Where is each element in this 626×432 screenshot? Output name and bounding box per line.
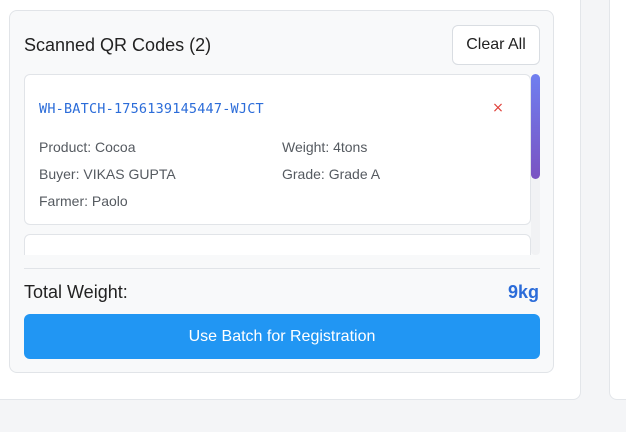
qr-item: WH-BATCH-1756139145447-WJCT × Product: C… <box>24 74 531 225</box>
adjacent-panel <box>609 0 626 400</box>
use-batch-button[interactable]: Use Batch for Registration <box>24 314 540 359</box>
panel-title: Scanned QR Codes (2) <box>24 35 212 55</box>
qr-list: WH-BATCH-1756139145447-WJCT × Product: C… <box>24 74 540 255</box>
remove-icon[interactable]: × <box>489 99 507 117</box>
farmer-field: Farmer: Paolo <box>39 193 128 209</box>
buyer-field: Buyer: VIKAS GUPTA <box>39 166 176 182</box>
list-scrollbar[interactable] <box>531 74 540 255</box>
total-weight-label: Total Weight: <box>24 282 128 302</box>
clear-all-button[interactable]: Clear All <box>452 25 540 65</box>
batch-id: WH-BATCH-1756139145447-WJCT <box>39 101 264 117</box>
scanned-qr-panel: Scanned QR Codes (2) Clear All WH-BATCH-… <box>9 10 554 373</box>
grade-field: Grade: Grade A <box>282 166 381 182</box>
qr-item <box>24 234 531 255</box>
weight-field: Weight: 4tons <box>282 139 368 155</box>
product-field: Product: Cocoa <box>39 139 136 155</box>
total-weight-value: 9kg <box>507 282 539 302</box>
divider <box>24 268 540 269</box>
scrollbar-thumb[interactable] <box>531 74 540 179</box>
